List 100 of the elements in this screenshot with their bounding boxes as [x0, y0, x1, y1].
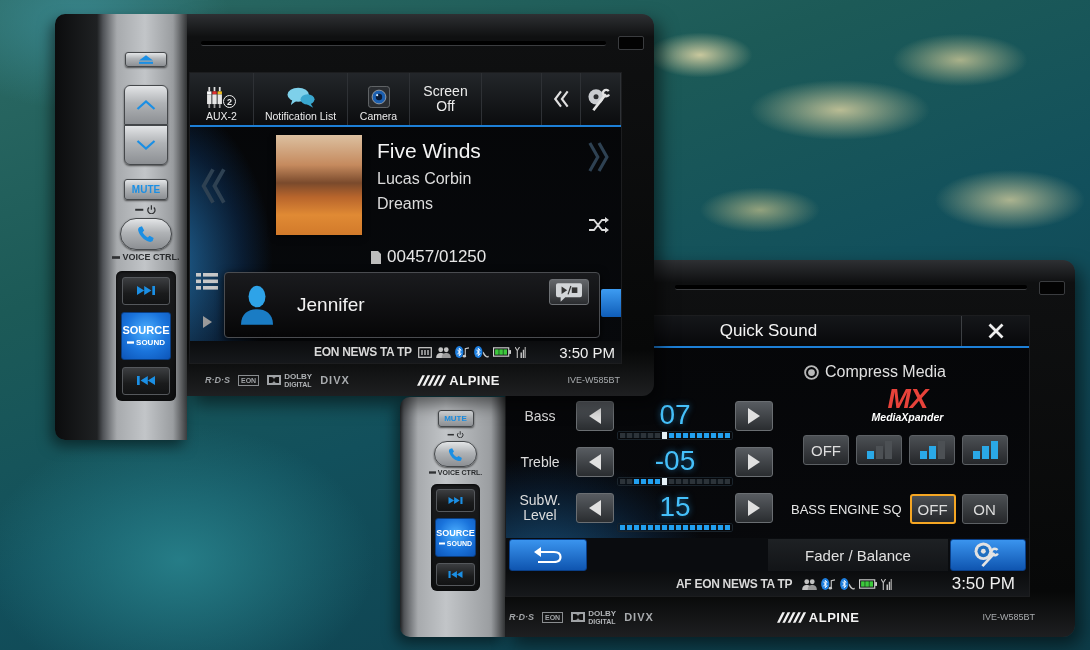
- adjuster-label: SubW. Level: [518, 492, 562, 524]
- down-button[interactable]: [124, 125, 168, 165]
- slot-window: [618, 36, 644, 50]
- up-button[interactable]: [124, 85, 168, 125]
- dash-icon: [428, 471, 436, 475]
- dash-icon: [438, 541, 445, 545]
- rds-logo: R·D·S: [509, 612, 534, 622]
- mx-mode-button[interactable]: [909, 435, 955, 465]
- phone-button[interactable]: [120, 218, 172, 250]
- album-name: Dreams: [377, 195, 433, 213]
- divx-logo: DIVX: [624, 611, 654, 623]
- bass-engine-option-button[interactable]: OFF: [909, 494, 956, 524]
- rds-logo: R·D·S: [205, 375, 230, 385]
- adjuster-value: 07: [659, 400, 691, 430]
- text-info-icon: [417, 346, 432, 358]
- logo-mark: MX: [887, 387, 928, 411]
- dolby-logo-text: DOLBY: [284, 372, 313, 381]
- arrow-left-icon: [589, 454, 601, 470]
- previous-track-button[interactable]: [436, 562, 475, 586]
- clock-time: 3:50 PM: [951, 574, 1015, 594]
- dash-icon: [112, 256, 121, 260]
- dolby-icon: [267, 375, 282, 385]
- list-icon[interactable]: [196, 273, 218, 290]
- bass-engine-option-button[interactable]: ON: [961, 494, 1008, 524]
- brand-logo: ALPINE: [449, 372, 500, 388]
- screen-off-button[interactable]: Screen Off: [410, 73, 482, 125]
- hold-power-icon: [446, 431, 465, 438]
- mx-mode-button[interactable]: [962, 435, 1008, 465]
- eject-button[interactable]: [125, 52, 167, 67]
- arrow-left-icon: [589, 408, 601, 424]
- source-button[interactable]: SOURCE SOUND: [121, 311, 171, 360]
- speech-bubbles-icon: [286, 87, 315, 108]
- next-track-icon: [448, 496, 463, 504]
- arrow-right-icon: [748, 500, 760, 516]
- aux-button[interactable]: 2 AUX-2: [190, 73, 254, 125]
- play-icon[interactable]: [202, 316, 212, 328]
- increase-button[interactable]: [735, 401, 773, 431]
- divx-logo: DIVX: [320, 374, 350, 386]
- level-bars-icon: [972, 441, 998, 459]
- signal-icon: [514, 346, 526, 358]
- audio-settings-button[interactable]: [950, 539, 1026, 571]
- clock-time: 3:50 PM: [559, 343, 615, 361]
- arrow-right-icon: [748, 408, 760, 424]
- slot-window: [1039, 280, 1065, 295]
- adjuster-value: 15: [659, 492, 691, 522]
- model-number: IVE-W585BT: [982, 612, 1035, 622]
- contacts-icon: [802, 578, 818, 590]
- read-message-button[interactable]: [549, 279, 589, 305]
- dolby-logo-text: DOLBY: [588, 609, 617, 618]
- person-icon: [241, 285, 273, 325]
- bluetooth-phone-icon: [473, 346, 489, 358]
- notification-list-button[interactable]: Notification List: [254, 73, 348, 125]
- bass-engine-label: BASS ENGINE SQ: [791, 501, 902, 517]
- camera-icon: [367, 86, 390, 108]
- phone-icon: [137, 225, 155, 243]
- level-bars-icon: [919, 441, 945, 459]
- hold-power-icon: [135, 205, 157, 214]
- mx-mode-button[interactable]: OFF: [803, 435, 849, 465]
- status-flags: EON NEWS TA TP: [314, 345, 412, 359]
- rca-plugs-icon: [207, 87, 222, 108]
- caller-name: Jennifer: [297, 294, 365, 316]
- increase-button[interactable]: [735, 493, 773, 523]
- return-arrow-icon: [534, 547, 562, 563]
- next-track-button[interactable]: [122, 276, 170, 305]
- fader-balance-button[interactable]: Fader / Balance: [768, 539, 948, 571]
- voice-control-label: VOICE CTRL.: [122, 253, 180, 263]
- arrow-right-icon: [748, 454, 760, 470]
- battery-icon: [859, 579, 878, 589]
- level-bars-icon: [866, 441, 892, 459]
- speech-bubble-play-stop-icon: [556, 282, 582, 302]
- dolby-icon: [571, 612, 586, 622]
- adjuster-value: -05: [654, 446, 696, 476]
- camera-button[interactable]: Camera: [348, 73, 410, 125]
- brand-logo: ALPINE: [808, 609, 860, 625]
- back-button[interactable]: [509, 539, 587, 571]
- decrease-button[interactable]: [576, 401, 614, 431]
- battery-icon: [492, 347, 511, 357]
- file-icon: [371, 250, 381, 264]
- bluetooth-phone-icon: [840, 578, 856, 590]
- previous-track-icon: [137, 376, 155, 386]
- shuffle-icon[interactable]: [589, 217, 609, 233]
- next-track-button[interactable]: [436, 488, 475, 512]
- decrease-button[interactable]: [576, 493, 614, 523]
- artist-name: Lucas Corbin: [377, 170, 472, 188]
- phone-icon: [448, 446, 463, 462]
- previous-track-button[interactable]: [122, 366, 170, 395]
- previous-track-icon: [448, 570, 463, 578]
- phone-button[interactable]: [434, 441, 477, 467]
- back-button[interactable]: [541, 73, 581, 125]
- mx-mode-button[interactable]: [856, 435, 902, 465]
- center-marker: [662, 478, 667, 485]
- decrease-button[interactable]: [576, 447, 614, 477]
- compress-media-toggle[interactable]: Compress Media: [804, 361, 946, 383]
- track-title: Five Winds: [377, 139, 481, 163]
- status-flags: AF EON NEWS TA TP: [676, 577, 793, 591]
- increase-button[interactable]: [735, 447, 773, 477]
- disc-wrench-icon: [588, 86, 613, 112]
- track-counter: 00457/01250: [387, 247, 487, 267]
- model-number: IVE-W585BT: [567, 375, 620, 385]
- contacts-icon: [435, 346, 451, 358]
